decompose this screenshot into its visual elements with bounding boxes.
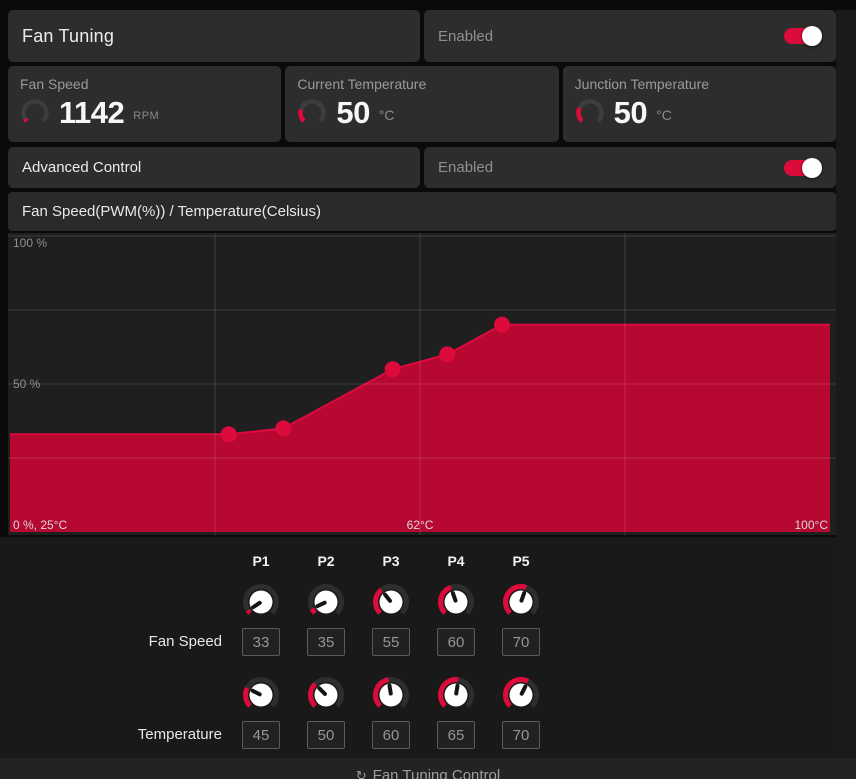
stat-label: Current Temperature [297, 76, 427, 92]
advanced-control-enable-card: Enabled [424, 147, 836, 188]
advanced-control-label: Advanced Control [22, 159, 142, 176]
axis-tick-label: 0 %, 25°C [13, 518, 67, 532]
fan-tuning-page: Fan Tuning Enabled Fan Speed 1142 RPM Cu… [0, 0, 856, 779]
reset-icon: ↻ [355, 768, 367, 779]
axis-tick-label: 62°C [407, 518, 434, 532]
toggle-knob-icon [802, 26, 822, 46]
fan-speed-input-5[interactable] [502, 628, 540, 656]
advanced-control-title-card: Advanced Control [8, 147, 420, 188]
stat-unit: °C [656, 107, 672, 123]
temperature-value-row: Temperature [0, 721, 836, 749]
stat-value: 1142 [59, 95, 125, 130]
scrollbar-track[interactable] [836, 10, 856, 758]
junction-temperature-gauge-icon [575, 98, 604, 123]
temperature-knob-2[interactable] [306, 675, 346, 715]
stat-label: Junction Temperature [574, 76, 710, 92]
temperature-knob-row [0, 675, 836, 715]
fan-tuning-toggle[interactable] [784, 26, 822, 46]
stat-card-junction-temperature: Junction Temperature 50 °C [562, 66, 836, 142]
curve-point-P2[interactable] [275, 420, 292, 437]
axis-tick-label: 100 % [13, 236, 47, 250]
curve-point-P4[interactable] [439, 346, 456, 363]
point-label-P1: P1 [252, 553, 270, 569]
footer-label: Fan Tuning Control [372, 767, 501, 779]
current-temperature-gauge-icon [298, 98, 327, 123]
fan-speed-knob-3[interactable] [371, 582, 411, 622]
fan-tuning-header-row: Fan Tuning Enabled [8, 10, 836, 62]
advanced-control-enabled-label: Enabled [438, 159, 494, 176]
temperature-knob-3[interactable] [371, 675, 411, 715]
fan-tuning-enable-card: Enabled [424, 10, 836, 62]
stat-unit: °C [378, 107, 395, 123]
advanced-control-row: Advanced Control Enabled [8, 147, 836, 188]
stat-card-current-temperature: Current Temperature 50 °C [285, 66, 559, 142]
stat-label: Fan Speed [20, 76, 89, 92]
toggle-knob-icon [802, 157, 822, 178]
fan-speed-gauge-icon [21, 98, 49, 123]
chart-header-card: Fan Speed(PWM(%)) / Temperature(Celsius) [8, 192, 836, 231]
point-label-P2: P2 [317, 553, 335, 569]
fan-speed-input-4[interactable] [437, 628, 475, 656]
stat-card-fan-speed: Fan Speed 1142 RPM [8, 66, 282, 142]
stat-value: 50 [613, 95, 648, 130]
footer-link[interactable]: ↻ Fan Tuning Control [0, 758, 856, 779]
fan-speed-input-3[interactable] [372, 628, 410, 656]
fan-speed-input-1[interactable] [242, 628, 280, 656]
temperature-input-4[interactable] [437, 721, 475, 749]
fan-speed-knob-1[interactable] [241, 582, 281, 622]
advanced-control-toggle[interactable] [784, 157, 822, 178]
curve-editor: P1 P2 P3 P4 P5 Fan Speed Temperature [0, 537, 836, 758]
temperature-knob-4[interactable] [436, 675, 476, 715]
curve-point-P1[interactable] [220, 426, 237, 443]
fan-speed-input-2[interactable] [307, 628, 345, 656]
fan-speed-row-label: Fan Speed [148, 633, 222, 650]
fan-speed-value-row: Fan Speed [0, 628, 836, 656]
stat-unit: RPM [133, 110, 160, 122]
page-title: Fan Tuning [22, 25, 115, 46]
axis-tick-label: 50 % [13, 377, 41, 391]
axis-tick-label: 100°C [795, 518, 829, 532]
fan-tuning-enabled-label: Enabled [438, 27, 494, 45]
footer-bar: ↻ Fan Tuning Control [0, 758, 856, 779]
temperature-input-3[interactable] [372, 721, 410, 749]
fan-speed-knob-2[interactable] [306, 582, 346, 622]
temperature-knob-5[interactable] [501, 675, 541, 715]
temperature-knob-1[interactable] [241, 675, 281, 715]
point-label-P4: P4 [447, 553, 465, 569]
fan-curve-chart-panel: 100 % 50 % 0 %, 25°C 62°C 100°C [8, 233, 836, 535]
point-labels-row: P1 P2 P3 P4 P5 [0, 553, 836, 571]
point-label-P5: P5 [512, 553, 530, 569]
fan-speed-knob-row [0, 582, 836, 622]
curve-point-P3[interactable] [384, 361, 401, 378]
temperature-input-1[interactable] [242, 721, 280, 749]
temperature-row-label: Temperature [137, 726, 222, 743]
fan-tuning-title-card: Fan Tuning [8, 10, 420, 62]
temperature-input-2[interactable] [307, 721, 345, 749]
fan-curve-chart[interactable]: 100 % 50 % 0 %, 25°C 62°C 100°C [8, 233, 836, 535]
stat-value: 50 [336, 95, 370, 130]
chart-title: Fan Speed(PWM(%)) / Temperature(Celsius) [22, 203, 321, 220]
point-label-P3: P3 [382, 553, 400, 569]
fan-speed-knob-4[interactable] [436, 582, 476, 622]
temperature-input-5[interactable] [502, 721, 540, 749]
curve-point-P5[interactable] [494, 316, 510, 333]
stats-row: Fan Speed 1142 RPM Current Temperature 5… [8, 66, 836, 142]
fan-speed-knob-5[interactable] [501, 582, 541, 622]
